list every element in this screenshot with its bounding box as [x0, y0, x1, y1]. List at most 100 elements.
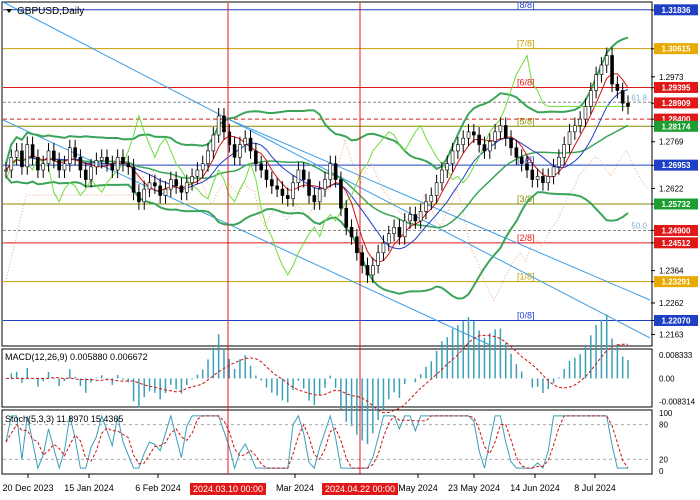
candle-body: [264, 169, 269, 180]
candle-body: [456, 144, 460, 152]
candle-body: [477, 134, 481, 145]
candle-body: [153, 182, 157, 187]
candle-body: [296, 169, 301, 184]
candle-body: [626, 102, 630, 107]
candle-body: [514, 147, 519, 158]
candle-body: [604, 55, 609, 66]
candle-body: [14, 150, 19, 158]
candle-body: [594, 74, 598, 91]
candle-body: [333, 163, 338, 180]
candle-body: [588, 90, 593, 107]
date-label: 20 Dec 2023: [2, 483, 53, 493]
candle-body: [418, 211, 423, 222]
price-label-text: 1.24512: [662, 239, 691, 248]
candle-body: [243, 137, 248, 145]
candle-body: [169, 179, 173, 190]
candle-body: [583, 106, 588, 120]
candle-body: [206, 150, 210, 164]
candle-body: [147, 182, 152, 190]
candle-body: [440, 169, 444, 184]
price-label-text: 1.26953: [662, 161, 691, 170]
candle-body: [344, 207, 349, 228]
candle-body: [498, 125, 503, 133]
candle-body: [184, 182, 189, 193]
price-label-text: 1.24900: [662, 226, 691, 235]
candle-body: [179, 185, 184, 193]
candle-body: [620, 90, 625, 104]
candle-body: [89, 166, 93, 180]
candle-body: [413, 214, 418, 222]
macd-tick-label: 0.008333: [659, 351, 693, 360]
candle-body: [328, 163, 333, 180]
macd-label: MACD(12,26,9) 0.005880 0.006672: [5, 352, 148, 362]
murrey-label: [7/8]: [517, 39, 535, 49]
candle-body: [339, 179, 343, 209]
candle-body: [291, 182, 295, 199]
price-label-text: 1.23291: [662, 278, 691, 287]
candle-body: [610, 55, 614, 85]
candle-body: [371, 265, 375, 276]
candle-body: [211, 134, 216, 152]
candle-body: [137, 191, 141, 203]
candle-body: [115, 156, 120, 171]
date-label: 8 Jul 2024: [574, 483, 616, 493]
candle-body: [41, 163, 46, 171]
candle-body: [525, 163, 529, 171]
price-label-text: 1.25732: [662, 200, 691, 209]
highlighted-date-label: 2024.04.22 00:00: [325, 484, 395, 494]
candle-body: [259, 163, 263, 171]
candle-body: [503, 125, 508, 139]
candle-body: [254, 150, 258, 164]
candle-body: [349, 226, 354, 238]
candle-body: [62, 163, 67, 171]
price-tick-label: 1.2622: [659, 184, 684, 193]
candle-body: [126, 163, 131, 168]
candle-body: [530, 169, 535, 180]
highlighted-date-label: 2024.03.10 00:00: [193, 484, 263, 494]
price-tick-label: 1.2973: [659, 73, 684, 82]
price-label-text: 1.28909: [662, 99, 691, 108]
candle-body: [9, 156, 14, 171]
price-label-text: 1.28174: [662, 122, 691, 131]
candle-body: [323, 179, 327, 190]
candle-body: [67, 147, 72, 164]
candle-body: [174, 179, 178, 187]
candle-body: [131, 166, 136, 193]
candle-body: [158, 185, 162, 196]
candle-body: [424, 201, 428, 212]
candle-body: [573, 125, 577, 133]
candle-body: [386, 233, 391, 244]
candle-body: [599, 64, 604, 75]
candle-body: [275, 185, 279, 190]
date-label: 6 Feb 2024: [135, 483, 181, 493]
candle-body: [519, 156, 524, 164]
candle-body: [450, 150, 455, 164]
candle-body: [57, 160, 61, 171]
candle-body: [285, 195, 290, 199]
date-label: 15 Jan 2024: [64, 483, 114, 493]
candle-body: [535, 176, 540, 180]
candle-body: [445, 163, 450, 171]
candle-body: [360, 252, 364, 266]
candle-body: [78, 156, 83, 171]
date-label: Mar 2024: [276, 483, 314, 493]
candle-body: [30, 144, 35, 158]
candle-body: [190, 176, 194, 184]
murrey-label: [0/8]: [517, 311, 535, 321]
candle-body: [487, 141, 492, 152]
candle-body: [578, 118, 582, 126]
macd-tick-label: -0.008314: [659, 398, 696, 407]
price-label-text: 1.22070: [662, 317, 691, 326]
symbol-title: GBPUSD,Daily: [17, 6, 84, 17]
candle-body: [238, 144, 242, 158]
candle-body: [461, 137, 465, 145]
candle-body: [567, 131, 572, 145]
candle-body: [541, 176, 545, 184]
candle-body: [557, 156, 561, 168]
candle-body: [397, 226, 402, 238]
candle-body: [280, 188, 285, 196]
fib-label: 61.8: [631, 93, 647, 102]
candle-body: [562, 144, 567, 158]
candle-body: [307, 179, 311, 196]
candle-body: [493, 131, 497, 142]
